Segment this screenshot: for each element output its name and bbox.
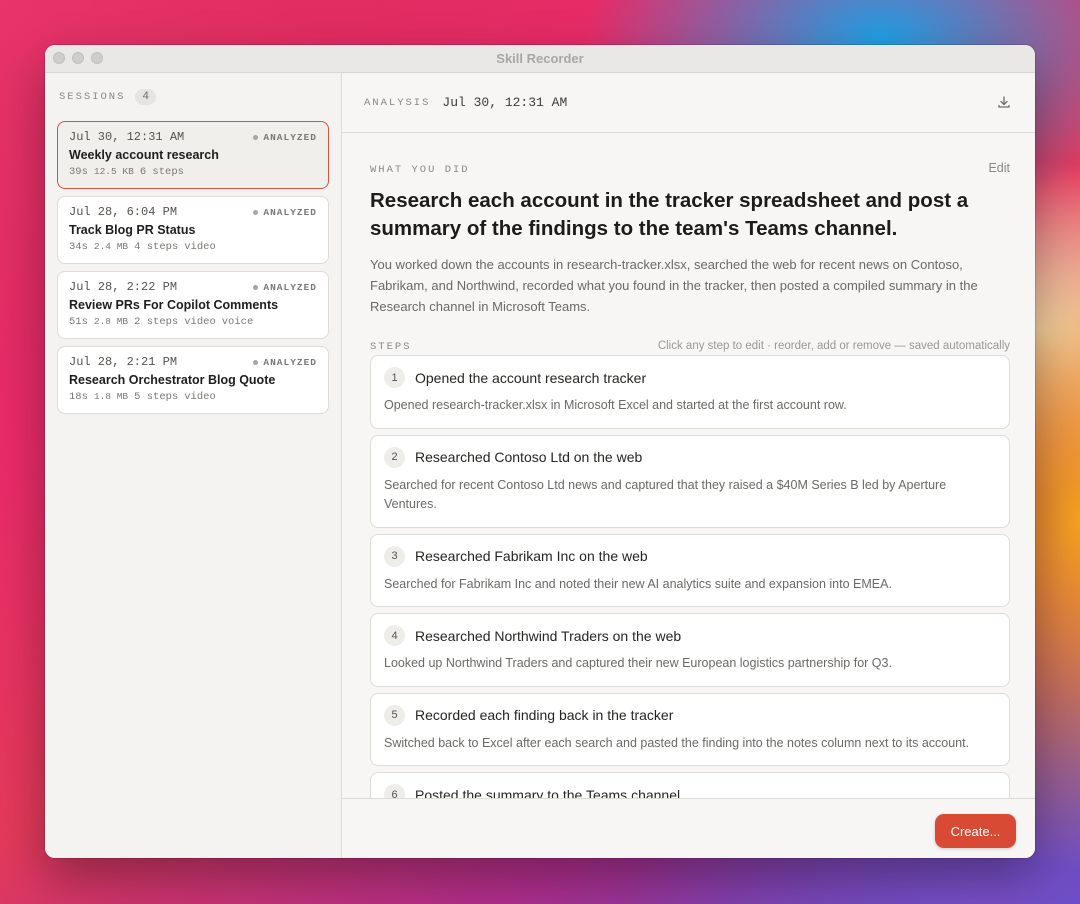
step-number: 6	[384, 784, 405, 798]
step-title: Researched Fabrikam Inc on the web	[415, 548, 648, 564]
status-badge: ANALYZED	[253, 357, 317, 368]
session-meta: 51s 2.8 MB 2 steps video voice	[69, 316, 317, 328]
session-title: Research Orchestrator Blog Quote	[69, 373, 276, 387]
step-number: 3	[384, 545, 405, 567]
step-description: Searched for Fabrikam Inc and noted thei…	[384, 576, 892, 591]
session-size: 2.4 MB	[93, 241, 129, 252]
step-card[interactable]: 3 Researched Fabrikam Inc on the web Sea…	[370, 533, 1010, 607]
status-label: ANALYZED	[263, 131, 317, 143]
steps-hint: Click any step to edit · reorder, add or…	[657, 340, 1010, 352]
session-size: 1.8 MB	[93, 391, 129, 402]
session-title: Weekly account research	[69, 148, 219, 162]
task-headline: Research each account in the tracker spr…	[370, 189, 969, 240]
session-steps: 2 steps	[134, 316, 179, 328]
window-controls	[53, 52, 103, 64]
task-summary: You worked down the accounts in research…	[370, 257, 978, 314]
status-dot-icon	[253, 209, 259, 215]
session-title: Track Blog PR Status	[69, 223, 196, 237]
session-date: Jul 28, 6:04 PM	[69, 205, 178, 219]
status-label: ANALYZED	[263, 356, 317, 368]
session-duration: 51s	[69, 316, 88, 328]
analysis-label: ANALYSIS	[364, 96, 431, 109]
session-duration: 34s	[69, 241, 88, 253]
session-card[interactable]: Jul 28, 2:21 PM ANALYZED Research Orches…	[57, 346, 329, 414]
status-dot-icon	[253, 284, 259, 290]
session-tag-video: video	[184, 391, 216, 403]
status-badge: ANALYZED	[253, 132, 317, 143]
step-number: 5	[384, 704, 405, 726]
step-number: 2	[384, 446, 405, 468]
create-button[interactable]: Create...	[935, 814, 1016, 848]
sessions-header: SESSIONS 4	[57, 73, 329, 121]
what-you-did-label: WHAT YOU DID	[370, 164, 470, 176]
step-title: Opened the account research tracker	[415, 369, 647, 386]
step-description: Switched back to Excel after each search…	[384, 735, 970, 750]
session-size: 2.8 MB	[93, 316, 129, 327]
title-bar: Skill Recorder	[45, 45, 1035, 73]
step-description: Searched for recent Contoso Ltd news and…	[384, 477, 947, 512]
analysis-panel: ANALYSIS Jul 30, 12:31 AM WHAT YOU DID E…	[342, 73, 1035, 858]
step-title: Researched Contoso Ltd on the web	[415, 449, 643, 465]
session-tag-video: video	[184, 316, 216, 328]
download-icon[interactable]	[997, 95, 1011, 109]
window-title: Skill Recorder	[496, 51, 584, 66]
session-meta: 34s 2.4 MB 4 steps video	[69, 241, 317, 253]
step-number: 1	[384, 367, 405, 388]
step-title: Posted the summary to the Teams channel	[415, 786, 681, 799]
close-window-button[interactable]	[53, 52, 65, 64]
session-card[interactable]: Jul 28, 6:04 PM ANALYZED Track Blog PR S…	[57, 196, 329, 264]
step-card[interactable]: 6 Posted the summary to the Teams channe…	[370, 772, 1010, 798]
session-steps: 5 steps	[134, 391, 179, 403]
step-description: Opened research-tracker.xlsx in Microsof…	[384, 398, 847, 412]
session-card[interactable]: Jul 28, 2:22 PM ANALYZED Review PRs For …	[57, 271, 329, 339]
session-tag-video: video	[184, 241, 216, 253]
session-card[interactable]: Jul 30, 12:31 AM ANALYZED Weekly account…	[57, 121, 329, 189]
step-number: 4	[384, 625, 405, 646]
zoom-window-button[interactable]	[91, 52, 103, 64]
steps-list: 1 Opened the account research tracker Op…	[370, 355, 1010, 798]
session-steps: 6 steps	[139, 166, 184, 178]
sessions-sidebar: SESSIONS 4 Jul 30, 12:31 AM ANALYZED Wee…	[45, 73, 342, 858]
minimize-window-button[interactable]	[72, 52, 84, 64]
session-steps: 4 steps	[134, 241, 179, 253]
step-card[interactable]: 4 Researched Northwind Traders on the we…	[370, 613, 1010, 687]
status-dot-icon	[253, 134, 259, 140]
session-duration: 39s	[69, 166, 88, 178]
status-badge: ANALYZED	[253, 207, 317, 218]
step-card[interactable]: 5 Recorded each finding back in the trac…	[370, 692, 1010, 766]
session-size: 12.5 KB	[93, 166, 134, 177]
action-footer: Create...	[342, 798, 1035, 858]
step-card[interactable]: 2 Researched Contoso Ltd on the web Sear…	[370, 434, 1010, 528]
session-meta: 39s 12.5 KB 6 steps	[69, 166, 317, 178]
session-date: Jul 28, 2:21 PM	[69, 355, 178, 369]
status-label: ANALYZED	[263, 281, 317, 293]
step-title: Researched Northwind Traders on the web	[415, 627, 682, 644]
analysis-content[interactable]: WHAT YOU DID Edit Research each account …	[342, 133, 1035, 798]
session-date: Jul 28, 2:22 PM	[69, 280, 178, 294]
session-meta: 18s 1.8 MB 5 steps video	[69, 391, 317, 403]
step-title: Recorded each finding back in the tracke…	[415, 707, 674, 723]
status-label: ANALYZED	[263, 206, 317, 218]
analysis-date: Jul 30, 12:31 AM	[442, 95, 568, 110]
session-title: Review PRs For Copilot Comments	[69, 298, 279, 312]
sessions-count-badge: 4	[135, 89, 157, 105]
step-card[interactable]: 1 Opened the account research tracker Op…	[370, 355, 1010, 429]
status-dot-icon	[253, 359, 259, 365]
app-window: Skill Recorder SESSIONS 4 Jul 30, 12:31 …	[45, 45, 1035, 858]
sessions-heading: SESSIONS	[59, 91, 126, 103]
session-duration: 18s	[69, 391, 88, 403]
session-date: Jul 30, 12:31 AM	[69, 130, 185, 144]
status-badge: ANALYZED	[253, 282, 317, 293]
session-tag-voice: voice	[221, 316, 254, 328]
step-description: Looked up Northwind Traders and captured…	[384, 656, 892, 670]
steps-label: STEPS	[370, 341, 412, 353]
edit-button[interactable]: Edit	[988, 161, 1010, 175]
analysis-header: ANALYSIS Jul 30, 12:31 AM	[342, 73, 1035, 133]
